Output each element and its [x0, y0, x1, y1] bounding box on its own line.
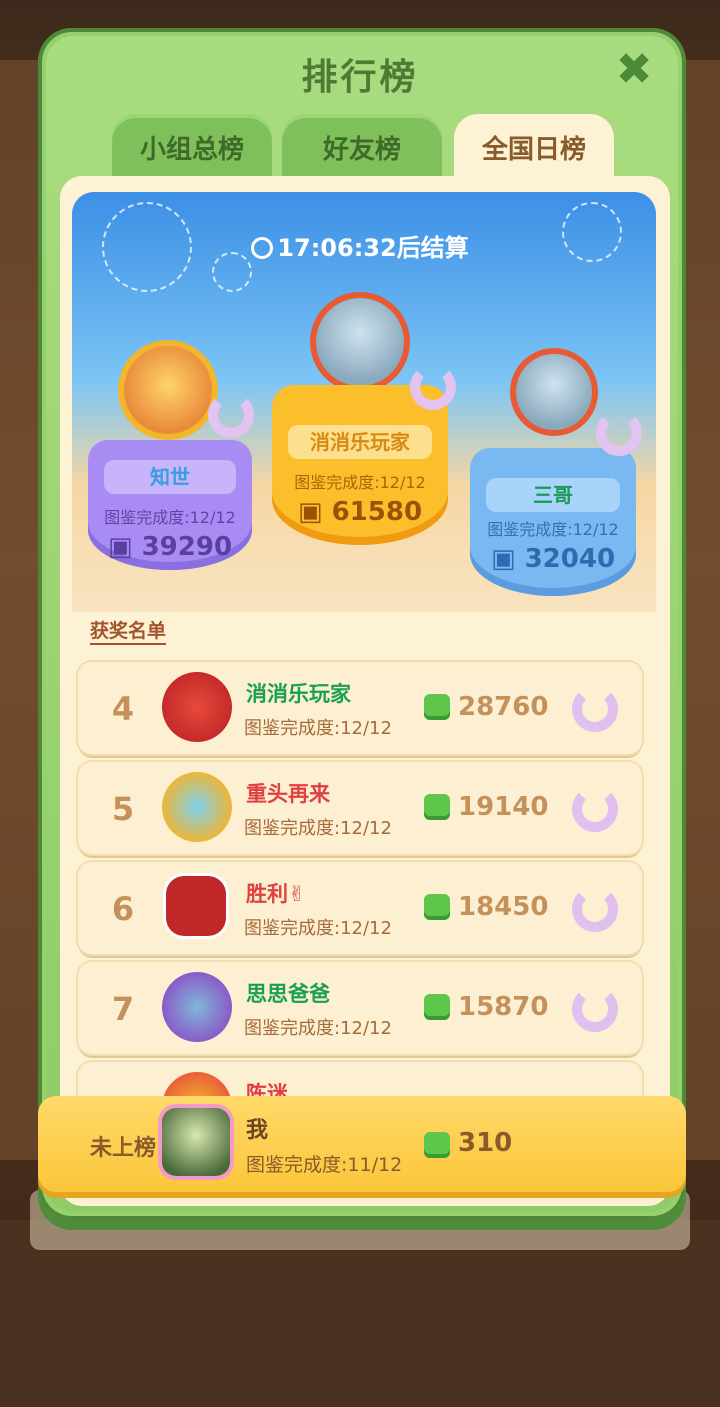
score-gem-icon — [424, 1132, 450, 1158]
neck-pillow-reward-icon — [572, 686, 618, 732]
settlement-timer: 17:06:32后结算 — [0, 228, 720, 263]
player-progress: 图鉴完成度:12/12 — [244, 918, 392, 939]
avatar[interactable] — [162, 972, 232, 1042]
list-item[interactable]: 7 思思爸爸 图鉴完成度:12/12 15870 — [78, 962, 642, 1054]
list-item[interactable]: 4 消消乐玩家 图鉴完成度:12/12 28760 — [78, 662, 642, 754]
player-name: 重头再来 — [246, 782, 330, 806]
player-name: 胜利✌ — [246, 882, 306, 906]
neck-pillow-reward-icon — [572, 986, 618, 1032]
avatar[interactable] — [162, 672, 232, 742]
avatar-third-place[interactable] — [510, 348, 598, 436]
podium-score: ▣ 32040 — [490, 544, 616, 574]
player-progress: 图鉴完成度:12/12 — [244, 818, 392, 839]
my-rank-status: 未上榜 — [90, 1136, 157, 1161]
neck-pillow-reward-icon — [596, 410, 642, 456]
neck-pillow-reward-icon — [410, 364, 456, 410]
podium-first-place[interactable]: 消消乐玩家 图鉴完成度:12/12 ▣ 61580 — [272, 385, 448, 545]
player-name: 消消乐玩家 — [246, 682, 351, 706]
my-name: 我 — [246, 1118, 269, 1143]
avatar-second-place[interactable] — [118, 340, 218, 440]
player-progress: 图鉴完成度:12/12 — [244, 718, 392, 739]
podium-score: ▣ 61580 — [297, 497, 423, 527]
my-rank-bar[interactable]: 未上榜 我 图鉴完成度:11/12 310 — [38, 1096, 686, 1192]
player-name: 思思爸爸 — [246, 982, 330, 1006]
podium-name: 知世 — [104, 460, 236, 494]
podium-second-place[interactable]: 知世 图鉴完成度:12/12 ▣ 39290 — [88, 440, 252, 570]
podium-name: 三哥 — [486, 478, 620, 512]
rank-number: 5 — [111, 790, 135, 828]
my-progress: 图鉴完成度:11/12 — [246, 1154, 403, 1176]
avatar[interactable] — [166, 876, 226, 936]
podium-score: ▣ 39290 — [107, 532, 233, 562]
podium-name: 消消乐玩家 — [288, 425, 432, 459]
list-item[interactable]: 5 重头再来 图鉴完成度:12/12 19140 — [78, 762, 642, 854]
podium-third-place[interactable]: 三哥 图鉴完成度:12/12 ▣ 32040 — [470, 448, 636, 596]
score-gem-icon — [424, 694, 450, 720]
neck-pillow-reward-icon — [572, 886, 618, 932]
clock-icon — [251, 237, 274, 259]
score-gem-icon — [424, 994, 450, 1020]
timer-text: 17:06:32后结算 — [277, 234, 469, 262]
neck-pillow-reward-icon — [208, 392, 254, 438]
rank-number: 7 — [111, 990, 135, 1028]
avatar-first-place[interactable] — [310, 292, 410, 392]
neck-pillow-reward-icon — [572, 786, 618, 832]
podium-progress: 图鉴完成度:12/12 — [487, 520, 619, 539]
rank-number: 6 — [111, 890, 135, 928]
list-item[interactable]: 6 胜利✌ 图鉴完成度:12/12 18450 — [78, 862, 642, 954]
player-score: 19140 — [458, 792, 549, 822]
podium-progress: 图鉴完成度:12/12 — [104, 508, 236, 527]
close-icon: ✖ — [615, 44, 653, 95]
player-score: 15870 — [458, 992, 549, 1022]
avatar[interactable] — [162, 1108, 230, 1176]
award-list-label: 获奖名单 — [90, 616, 167, 645]
player-score: 28760 — [458, 692, 549, 722]
score-gem-icon — [424, 794, 450, 820]
rank-number: 4 — [111, 690, 135, 728]
avatar[interactable] — [162, 772, 232, 842]
podium-progress: 图鉴完成度:12/12 — [294, 473, 426, 492]
player-progress: 图鉴完成度:12/12 — [244, 1018, 392, 1039]
my-score: 310 — [458, 1128, 513, 1158]
close-button[interactable]: ✖ — [612, 48, 656, 92]
player-score: 18450 — [458, 892, 549, 922]
score-gem-icon — [424, 894, 450, 920]
